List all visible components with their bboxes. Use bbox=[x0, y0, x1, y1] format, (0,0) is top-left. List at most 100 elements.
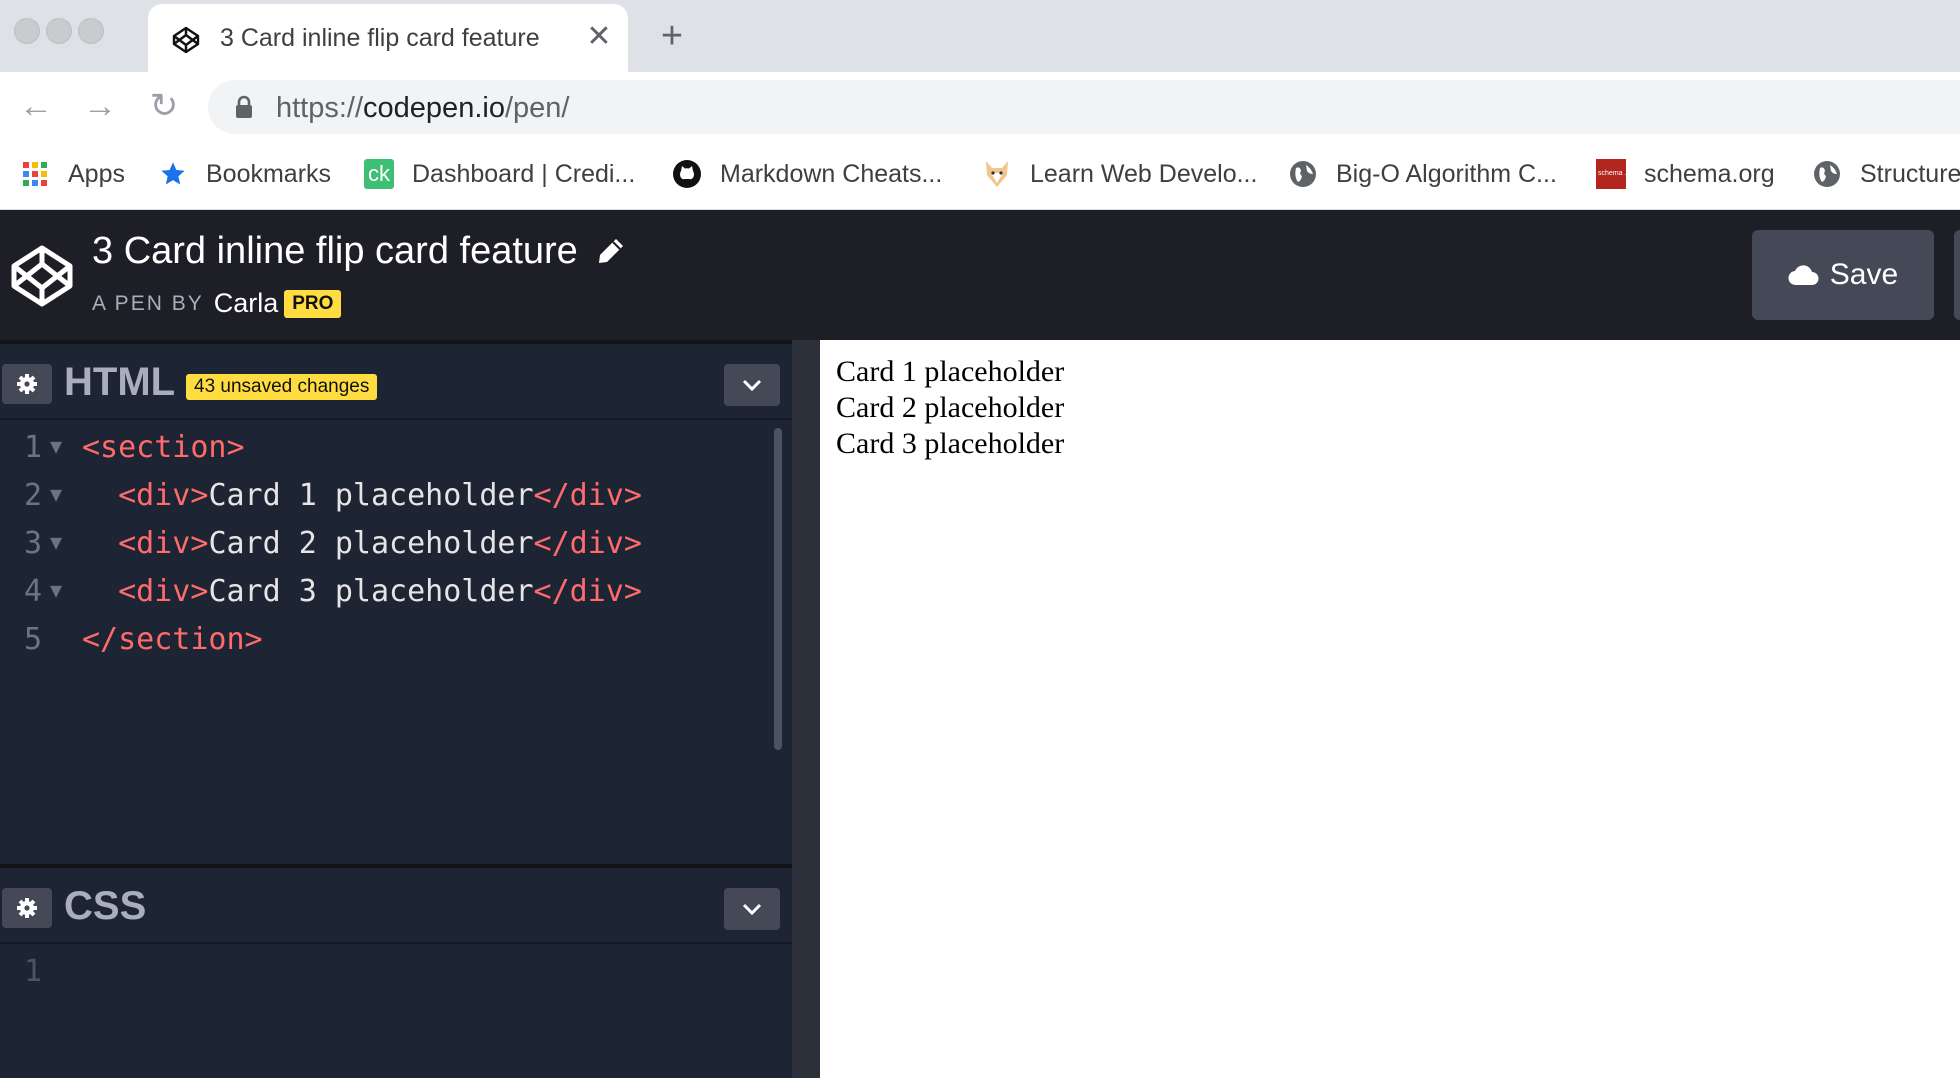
navigation-bar: ← → ↻ https://codepen.io/pen/ bbox=[0, 72, 1960, 140]
creditkarma-icon: ck bbox=[364, 159, 394, 189]
html-editor-header: HTML 43 unsaved changes bbox=[0, 344, 792, 420]
address-bar[interactable]: https://codepen.io/pen/ bbox=[208, 80, 1960, 134]
active-tab[interactable]: 3 Card inline flip card feature ✕ bbox=[148, 4, 628, 72]
line-number: 4 bbox=[24, 574, 43, 609]
maximize-window-button[interactable] bbox=[78, 18, 104, 44]
preview-content: Card 1 placeholder Card 2 placeholder Ca… bbox=[836, 354, 1064, 462]
code-line: 5 </section> bbox=[0, 622, 780, 670]
code-text: Card 1 placeholder bbox=[208, 478, 534, 513]
bookmark-structure[interactable]: Structure bbox=[1812, 154, 1960, 194]
html-scrollbar[interactable] bbox=[774, 428, 782, 750]
chevron-down-icon bbox=[742, 903, 762, 916]
reload-button[interactable]: ↻ bbox=[144, 86, 184, 126]
code-line: 1 bbox=[0, 954, 780, 1002]
schema-icon-text: schema .org bbox=[1598, 170, 1637, 177]
gear-icon bbox=[17, 898, 37, 918]
globe-icon bbox=[1812, 159, 1842, 189]
pen-by-label: A PEN BY bbox=[92, 291, 204, 315]
globe-icon bbox=[1288, 159, 1318, 189]
code-line: 1 ▼ <section> bbox=[0, 430, 780, 478]
pen-header: 3 Card inline flip card feature A PEN BY… bbox=[0, 210, 1960, 340]
new-tab-button[interactable]: + bbox=[652, 16, 692, 56]
bookmark-label: Structure bbox=[1860, 159, 1960, 188]
css-collapse-button[interactable] bbox=[724, 888, 780, 930]
code-text: Card 3 placeholder bbox=[208, 574, 534, 609]
browser-window: { "browser": { "tab": { "title": "3 Card… bbox=[0, 0, 1960, 1078]
pane-resizer[interactable] bbox=[792, 340, 820, 1078]
bookmark-big-o[interactable]: Big-O Algorithm C... bbox=[1288, 154, 1557, 194]
bookmark-apps[interactable]: Apps bbox=[20, 154, 125, 194]
lock-icon[interactable] bbox=[234, 95, 254, 119]
fold-arrow-icon[interactable]: ▼ bbox=[50, 578, 62, 602]
line-number: 1 bbox=[24, 954, 43, 989]
tag: <div> bbox=[118, 478, 209, 513]
fold-arrow-icon[interactable]: ▼ bbox=[50, 482, 62, 506]
tag: </div> bbox=[533, 526, 642, 561]
html-editor: HTML 43 unsaved changes 1 ▼ <section> 2 … bbox=[0, 344, 792, 864]
bookmark-learn-web[interactable]: Learn Web Develo... bbox=[982, 154, 1257, 194]
close-window-button[interactable] bbox=[14, 18, 40, 44]
tag: </div> bbox=[533, 574, 642, 609]
settings-button-edge[interactable] bbox=[1954, 230, 1960, 320]
minimize-window-button[interactable] bbox=[46, 18, 72, 44]
html-editor-title: HTML bbox=[64, 360, 176, 404]
html-collapse-button[interactable] bbox=[724, 364, 780, 406]
line-number: 1 bbox=[24, 430, 43, 465]
tab-strip: 3 Card inline flip card feature ✕ + bbox=[0, 0, 1960, 72]
bookmark-label: Dashboard | Credi... bbox=[412, 159, 636, 188]
chevron-down-icon bbox=[742, 379, 762, 392]
fold-arrow-icon[interactable]: ▼ bbox=[50, 434, 62, 458]
url-path: /pen/ bbox=[504, 92, 570, 124]
bookmark-markdown[interactable]: Markdown Cheats... bbox=[672, 154, 942, 194]
preview-line: Card 1 placeholder bbox=[836, 355, 1065, 388]
code-line: 3 ▼ <div>Card 2 placeholder</div> bbox=[0, 526, 780, 574]
html-settings-button[interactable] bbox=[2, 364, 52, 404]
bookmark-dashboard[interactable]: ck Dashboard | Credi... bbox=[364, 154, 635, 194]
url-scheme: https:// bbox=[276, 92, 364, 124]
css-editor: CSS 1 bbox=[0, 868, 792, 1078]
tag: <div> bbox=[118, 574, 209, 609]
tab-title: 3 Card inline flip card feature bbox=[220, 24, 540, 52]
code-text: Card 2 placeholder bbox=[208, 526, 534, 561]
codepen-icon bbox=[172, 26, 200, 54]
result-preview: Card 1 placeholder Card 2 placeholder Ca… bbox=[820, 340, 1960, 1078]
bookmark-bookmarks[interactable]: Bookmarks bbox=[158, 154, 331, 194]
preview-line: Card 2 placeholder bbox=[836, 391, 1065, 424]
bookmark-label: Learn Web Develo... bbox=[1030, 159, 1258, 188]
tag: <div> bbox=[118, 526, 209, 561]
css-settings-button[interactable] bbox=[2, 888, 52, 928]
save-button[interactable]: Save bbox=[1752, 230, 1934, 320]
gear-icon bbox=[17, 374, 37, 394]
tag: <section> bbox=[82, 430, 245, 465]
line-number: 5 bbox=[24, 622, 43, 657]
tag: </section> bbox=[82, 622, 263, 657]
url-host: codepen.io bbox=[363, 92, 505, 124]
star-icon bbox=[158, 159, 188, 189]
pro-badge: PRO bbox=[284, 289, 342, 318]
pen-author-link[interactable]: Carla bbox=[214, 288, 279, 319]
cloud-icon bbox=[1788, 265, 1819, 286]
bookmark-schema[interactable]: schema .org schema.org bbox=[1596, 154, 1775, 194]
codepen-logo-icon[interactable] bbox=[10, 244, 74, 308]
bookmark-label: Markdown Cheats... bbox=[720, 159, 943, 188]
css-editor-title: CSS bbox=[64, 884, 147, 928]
line-number: 2 bbox=[24, 478, 43, 513]
bookmarks-bar: Apps Bookmarks ck Dashboard | Credi... M… bbox=[0, 140, 1960, 210]
url-text[interactable]: https://codepen.io/pen/ bbox=[276, 92, 569, 125]
bookmark-label: Bookmarks bbox=[206, 159, 332, 188]
apps-grid-icon bbox=[20, 159, 50, 189]
pen-title[interactable]: 3 Card inline flip card feature bbox=[92, 230, 578, 273]
code-line: 4 ▼ <div>Card 3 placeholder</div> bbox=[0, 574, 780, 622]
forward-button[interactable]: → bbox=[80, 86, 120, 126]
github-icon bbox=[672, 159, 702, 189]
close-tab-icon[interactable]: ✕ bbox=[582, 20, 616, 54]
schema-icon: schema .org bbox=[1596, 159, 1637, 189]
css-editor-header: CSS bbox=[0, 868, 792, 944]
fold-arrow-icon[interactable]: ▼ bbox=[50, 530, 62, 554]
unsaved-changes-badge: 43 unsaved changes bbox=[186, 374, 378, 400]
edit-title-pencil-icon[interactable] bbox=[596, 236, 626, 266]
back-button[interactable]: ← bbox=[16, 86, 56, 126]
